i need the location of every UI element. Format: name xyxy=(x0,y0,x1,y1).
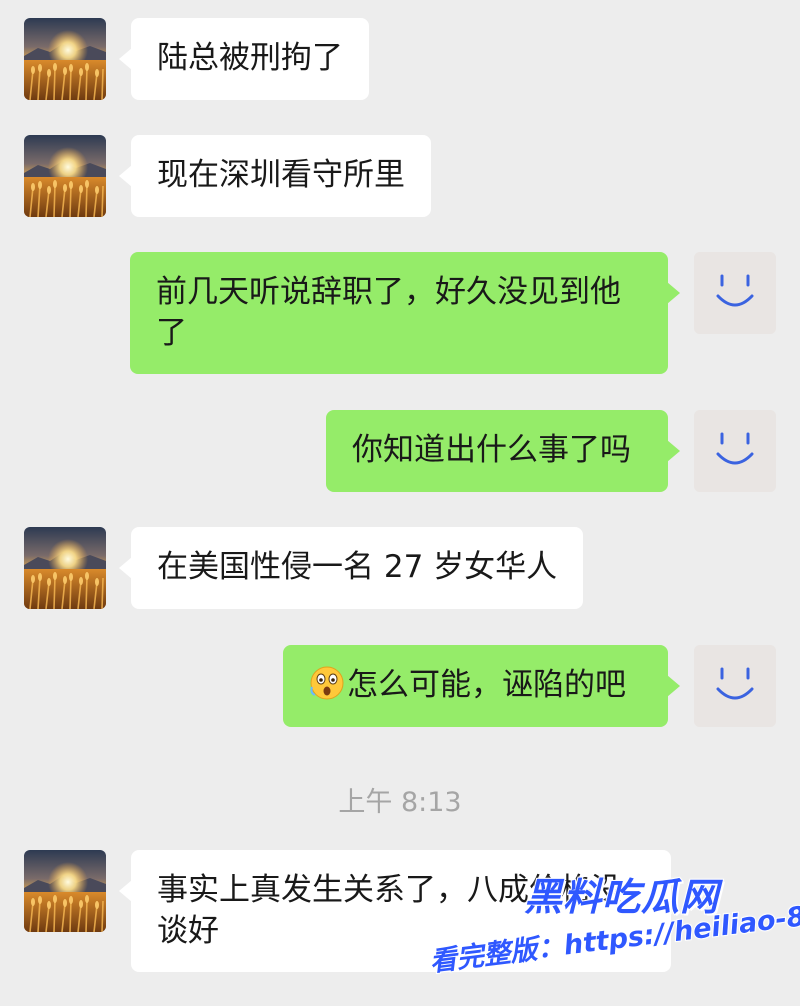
message-bubble[interactable]: 现在深圳看守所里 xyxy=(119,135,431,217)
smiley-face-avatar[interactable] xyxy=(694,645,776,727)
message-text: 你知道出什么事了吗 xyxy=(352,432,631,468)
message-text-line: 前几天听说辞职了，好久没见到他 xyxy=(156,274,621,310)
sunset-wheat-field-avatar[interactable] xyxy=(24,18,106,100)
message-text: 怎么可能，诬陷的吧 xyxy=(347,667,626,703)
message-text-line: 了 xyxy=(156,315,187,351)
sunset-wheat-field-avatar[interactable] xyxy=(24,527,106,609)
smiley-face-avatar[interactable] xyxy=(694,410,776,492)
message-text: 陆总被刑拘了 xyxy=(157,40,343,76)
message-bubble[interactable]: 前几天听说辞职了，好久没见到他 了 xyxy=(130,252,680,374)
message-bubble[interactable]: 在美国性侵一名 27 岁女华人 xyxy=(118,527,584,609)
message-text: 现在深圳看守所里 xyxy=(157,157,405,193)
sunset-wheat-field-avatar[interactable] xyxy=(24,850,106,932)
sunset-wheat-field-avatar[interactable] xyxy=(24,135,106,217)
message-bubble[interactable]: 你知道出什么事了吗 xyxy=(326,410,680,492)
message-timestamp: 上午 8:13 xyxy=(338,787,462,818)
message-text: 在美国性侵一名 27 岁女华人 xyxy=(157,549,558,585)
message-bubble[interactable]: 怎么可能，诬陷的吧 xyxy=(283,645,680,727)
message-bubble[interactable]: 陆总被刑拘了 xyxy=(119,18,369,100)
shocked-face-emoji-icon xyxy=(309,665,345,701)
smiley-face-avatar[interactable] xyxy=(694,252,776,334)
